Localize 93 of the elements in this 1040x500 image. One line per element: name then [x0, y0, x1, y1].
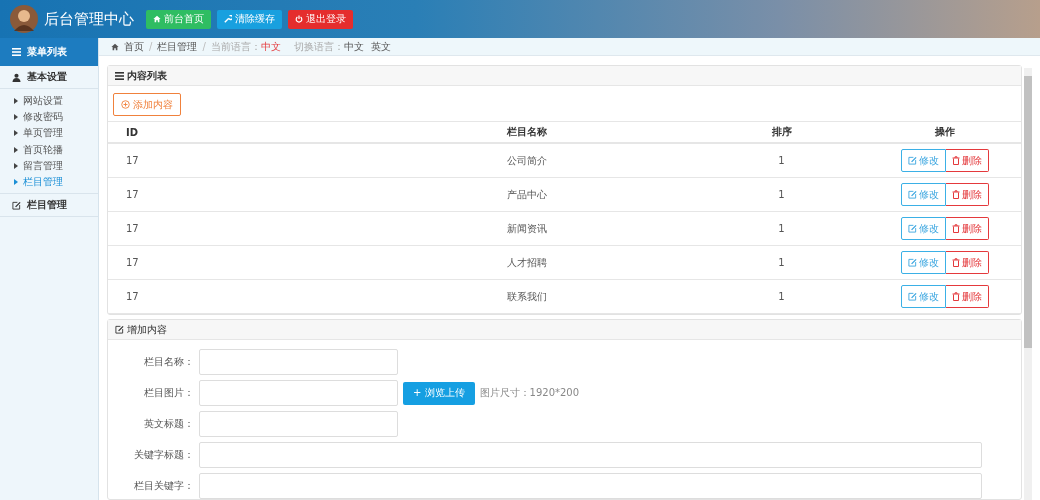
header-button[interactable]: 清除缓存: [217, 9, 282, 29]
edit-button[interactable]: 修改: [901, 149, 946, 172]
column-header: 排序: [771, 126, 792, 137]
table-cell: 人才招聘: [507, 256, 548, 268]
breadcrumb-link[interactable]: 栏目管理: [157, 39, 198, 54]
menu-item[interactable]: 单页管理: [0, 125, 98, 142]
language-label: 当前语言：: [210, 39, 261, 54]
header-button[interactable]: 前台首页: [146, 9, 211, 29]
edit-icon: [908, 190, 917, 199]
delete-button[interactable]: 删除: [946, 217, 989, 240]
power-icon: [295, 15, 303, 23]
table-cell: 17: [126, 223, 139, 234]
caret-icon: [14, 130, 18, 137]
column-header: 栏目名称: [507, 126, 548, 137]
edit-button[interactable]: 修改: [901, 251, 946, 274]
table-cell: 17: [126, 189, 139, 200]
table-cell: 1: [778, 257, 785, 268]
table-cell: 17: [126, 257, 139, 268]
table-cell: 新闻资讯: [507, 222, 548, 234]
edit-icon: [908, 258, 917, 267]
menu-item[interactable]: 留言管理: [0, 157, 98, 174]
menu-item[interactable]: 首页轮播: [0, 141, 98, 158]
add-content-button[interactable]: 添加内容: [113, 93, 181, 116]
menu-title: 菜单列表: [27, 45, 67, 59]
menu-item[interactable]: 网站设置: [0, 93, 98, 110]
table-cell: 17: [126, 155, 139, 166]
edit-icon: [908, 224, 917, 233]
delete-button[interactable]: 删除: [946, 149, 989, 172]
trash-icon: [952, 292, 960, 301]
current-language: 中文: [260, 39, 281, 54]
caret-icon: [14, 179, 18, 186]
breadcrumb-link[interactable]: 首页: [124, 39, 144, 54]
input-field[interactable]: [199, 380, 398, 406]
caret-icon: [14, 146, 18, 153]
column-header: ID: [126, 126, 139, 138]
upload-button[interactable]: + 浏览上传: [403, 381, 475, 405]
delete-button[interactable]: 删除: [946, 183, 989, 206]
edit-button[interactable]: 修改: [901, 217, 946, 240]
caret-icon: [14, 114, 18, 121]
input-field[interactable]: [199, 442, 982, 468]
menu-item[interactable]: 栏目管理: [0, 173, 98, 191]
field-label: 栏目图片：: [143, 386, 194, 400]
delete-button[interactable]: 删除: [946, 251, 989, 274]
home-icon: [111, 42, 119, 51]
caret-icon: [14, 98, 18, 105]
language-link[interactable]: 中文: [343, 39, 364, 54]
menu-group[interactable]: 栏目管理: [0, 193, 98, 218]
image-size-hint: 图片尺寸：1920*200: [479, 386, 580, 400]
table-cell: 1: [778, 223, 785, 234]
field-label: 关键字标题：: [133, 448, 194, 462]
table-cell: 联系我们: [507, 290, 548, 302]
edit-icon: [908, 292, 917, 301]
edit-button[interactable]: 修改: [901, 285, 946, 308]
field-label: 英文标题：: [143, 417, 194, 431]
app-title: 后台管理中心: [44, 9, 134, 29]
trash-icon: [952, 190, 960, 199]
table-cell: 公司简介: [507, 154, 548, 166]
input-field[interactable]: [199, 473, 982, 499]
scrollbar[interactable]: [1024, 68, 1032, 500]
edit-icon: [12, 200, 21, 210]
panel-title: 增加内容: [127, 322, 167, 337]
caret-icon: [14, 162, 18, 169]
home-icon: [153, 15, 161, 23]
breadcrumb-separator: /: [202, 41, 206, 52]
trash-icon: [952, 224, 960, 233]
table-cell: 1: [778, 291, 785, 302]
menu-item[interactable]: 修改密码: [0, 109, 98, 126]
edit-icon: [908, 156, 917, 165]
list-icon: [115, 71, 124, 80]
table-cell: 1: [778, 189, 785, 200]
table-cell: 1: [778, 155, 785, 166]
input-field[interactable]: [199, 411, 398, 437]
edit-icon: [115, 325, 124, 334]
language-link[interactable]: 英文: [370, 39, 391, 54]
trash-icon: [952, 156, 960, 165]
input-field[interactable]: [199, 349, 398, 375]
table-cell: 产品中心: [507, 188, 548, 200]
menu-icon: [12, 48, 21, 56]
field-label: 栏目名称：: [143, 355, 194, 369]
column-header: 操作: [935, 126, 955, 137]
avatar-icon: [10, 5, 38, 33]
edit-button[interactable]: 修改: [901, 183, 946, 206]
trash-icon: [952, 258, 960, 267]
header-button[interactable]: 退出登录: [288, 9, 353, 29]
field-label: 栏目关键字：: [133, 479, 194, 493]
plus-circle-icon: [121, 100, 130, 109]
panel-title: 内容列表: [127, 68, 167, 83]
breadcrumb-separator: /: [149, 41, 153, 52]
menu-group[interactable]: 基本设置: [0, 66, 98, 89]
switch-language-label: 切换语言：: [293, 39, 344, 54]
user-icon: [12, 72, 21, 82]
delete-button[interactable]: 删除: [946, 285, 989, 308]
table-cell: 17: [126, 291, 139, 302]
